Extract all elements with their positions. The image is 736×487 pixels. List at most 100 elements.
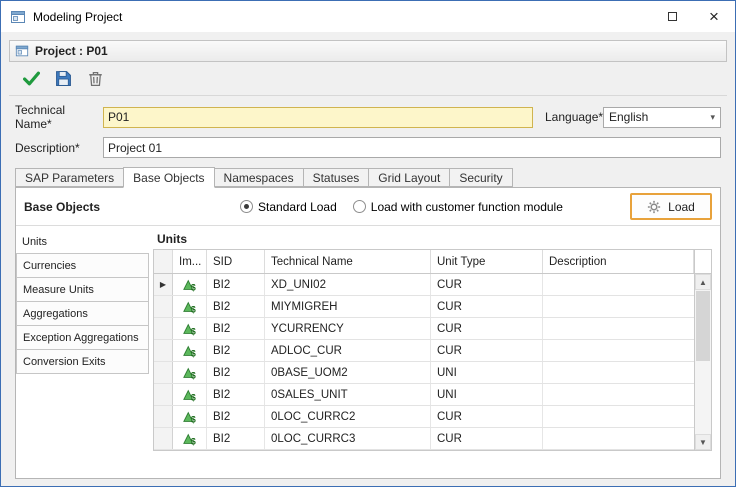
save-button[interactable] bbox=[52, 68, 74, 90]
row-selector-cell[interactable] bbox=[154, 318, 173, 339]
delete-button[interactable] bbox=[84, 68, 106, 90]
sidebar-item-conversion-exits[interactable]: Conversion Exits bbox=[16, 349, 149, 374]
technical-name-cell[interactable]: 0SALES_UNIT bbox=[265, 384, 431, 405]
trash-icon bbox=[87, 70, 104, 87]
table-row[interactable]: $ BI2 0LOC_CURRC2 CUR bbox=[154, 406, 694, 428]
unit-type-cell[interactable]: UNI bbox=[431, 362, 543, 383]
header-sid[interactable]: SID bbox=[207, 250, 265, 273]
description-cell[interactable] bbox=[543, 362, 694, 383]
units-table: Im... SID Technical Name Unit Type Descr… bbox=[154, 250, 694, 450]
tab-base-objects[interactable]: Base Objects bbox=[123, 167, 214, 188]
scrollbar-track[interactable] bbox=[695, 290, 711, 434]
technical-name-input[interactable] bbox=[103, 107, 533, 128]
language-select[interactable]: English ▾ bbox=[603, 107, 721, 128]
table-row[interactable]: $ BI2 0LOC_CURRC3 CUR bbox=[154, 428, 694, 450]
validate-button[interactable] bbox=[20, 68, 42, 90]
load-button[interactable]: Load bbox=[630, 193, 712, 220]
units-grid: Im... SID Technical Name Unit Type Descr… bbox=[153, 249, 712, 451]
scrollbar-thumb[interactable] bbox=[696, 291, 710, 361]
header-import[interactable]: Im... bbox=[173, 250, 207, 273]
description-cell[interactable] bbox=[543, 428, 694, 449]
sid-cell[interactable]: BI2 bbox=[207, 318, 265, 339]
header-unit-type[interactable]: Unit Type bbox=[431, 250, 543, 273]
technical-name-cell[interactable]: YCURRENCY bbox=[265, 318, 431, 339]
import-cell[interactable]: $ bbox=[173, 296, 207, 317]
close-button[interactable]: × bbox=[693, 1, 735, 32]
import-cell[interactable]: $ bbox=[173, 340, 207, 361]
table-row[interactable]: $ BI2 ADLOC_CUR CUR bbox=[154, 340, 694, 362]
currency-icon: $ bbox=[183, 410, 197, 424]
sid-cell[interactable]: BI2 bbox=[207, 296, 265, 317]
description-cell[interactable] bbox=[543, 318, 694, 339]
sidebar-item-exception-aggregations[interactable]: Exception Aggregations bbox=[16, 325, 149, 350]
technical-name-cell[interactable]: 0LOC_CURRC2 bbox=[265, 406, 431, 427]
scroll-down-icon[interactable]: ▼ bbox=[695, 434, 711, 450]
sid-cell[interactable]: BI2 bbox=[207, 362, 265, 383]
technical-name-cell[interactable]: 0BASE_UOM2 bbox=[265, 362, 431, 383]
sid-cell[interactable]: BI2 bbox=[207, 406, 265, 427]
unit-type-cell[interactable]: CUR bbox=[431, 296, 543, 317]
sid-cell[interactable]: BI2 bbox=[207, 384, 265, 405]
maximize-button[interactable] bbox=[651, 1, 693, 32]
description-cell[interactable] bbox=[543, 384, 694, 405]
row-selector-cell[interactable] bbox=[154, 406, 173, 427]
row-selector-cell[interactable] bbox=[154, 362, 173, 383]
radio-customer-function-module[interactable]: Load with customer function module bbox=[353, 200, 563, 214]
sid-cell[interactable]: BI2 bbox=[207, 274, 265, 295]
import-cell[interactable]: $ bbox=[173, 318, 207, 339]
maximize-icon bbox=[668, 12, 677, 21]
sid-cell[interactable]: BI2 bbox=[207, 340, 265, 361]
sid-cell[interactable]: BI2 bbox=[207, 428, 265, 449]
import-cell[interactable]: $ bbox=[173, 362, 207, 383]
tab-sap-parameters[interactable]: SAP Parameters bbox=[15, 168, 124, 187]
unit-type-cell[interactable]: CUR bbox=[431, 428, 543, 449]
tab-grid-layout[interactable]: Grid Layout bbox=[368, 168, 450, 187]
scroll-up-icon[interactable]: ▲ bbox=[695, 274, 711, 290]
sidebar-item-aggregations[interactable]: Aggregations bbox=[16, 301, 149, 326]
description-input[interactable] bbox=[103, 137, 721, 158]
row-selector-cell[interactable]: ▶ bbox=[154, 274, 173, 295]
currency-icon: $ bbox=[183, 278, 197, 292]
technical-name-cell[interactable]: ADLOC_CUR bbox=[265, 340, 431, 361]
table-row[interactable]: $ BI2 MIYMIGREH CUR bbox=[154, 296, 694, 318]
table-row[interactable]: $ BI2 0BASE_UOM2 UNI bbox=[154, 362, 694, 384]
tab-namespaces[interactable]: Namespaces bbox=[214, 168, 304, 187]
import-cell[interactable]: $ bbox=[173, 384, 207, 405]
vertical-scrollbar[interactable]: ▲ ▼ bbox=[694, 250, 711, 450]
table-row[interactable]: ▶ $ BI2 XD_UNI02 CUR bbox=[154, 274, 694, 296]
table-row[interactable]: $ BI2 0SALES_UNIT UNI bbox=[154, 384, 694, 406]
technical-name-cell[interactable]: XD_UNI02 bbox=[265, 274, 431, 295]
unit-type-cell[interactable]: UNI bbox=[431, 384, 543, 405]
technical-name-cell[interactable]: MIYMIGREH bbox=[265, 296, 431, 317]
row-selector-cell[interactable] bbox=[154, 384, 173, 405]
table-row[interactable]: $ BI2 YCURRENCY CUR bbox=[154, 318, 694, 340]
import-cell[interactable]: $ bbox=[173, 428, 207, 449]
unit-type-cell[interactable]: CUR bbox=[431, 318, 543, 339]
unit-type-cell[interactable]: CUR bbox=[431, 406, 543, 427]
description-cell[interactable] bbox=[543, 340, 694, 361]
row-selector-cell[interactable] bbox=[154, 340, 173, 361]
sidebar-item-units[interactable]: Units bbox=[16, 229, 149, 254]
row-selector-cell[interactable] bbox=[154, 296, 173, 317]
language-value: English bbox=[609, 110, 648, 124]
base-objects-sidebar: Units Currencies Measure Units Aggregati… bbox=[16, 226, 149, 478]
row-selector-cell[interactable] bbox=[154, 428, 173, 449]
sidebar-item-currencies[interactable]: Currencies bbox=[16, 253, 149, 278]
header-description[interactable]: Description bbox=[543, 250, 694, 273]
sidebar-item-measure-units[interactable]: Measure Units bbox=[16, 277, 149, 302]
table-header-row: Im... SID Technical Name Unit Type Descr… bbox=[154, 250, 694, 274]
unit-type-cell[interactable]: CUR bbox=[431, 340, 543, 361]
description-cell[interactable] bbox=[543, 274, 694, 295]
header-technical-name[interactable]: Technical Name bbox=[265, 250, 431, 273]
tab-statuses[interactable]: Statuses bbox=[303, 168, 370, 187]
modeling-project-window: Modeling Project × Project : P01 bbox=[0, 0, 736, 487]
import-cell[interactable]: $ bbox=[173, 274, 207, 295]
technical-name-cell[interactable]: 0LOC_CURRC3 bbox=[265, 428, 431, 449]
description-cell[interactable] bbox=[543, 296, 694, 317]
project-group-header: Project : P01 bbox=[9, 40, 727, 62]
description-cell[interactable] bbox=[543, 406, 694, 427]
tab-security[interactable]: Security bbox=[449, 168, 512, 187]
radio-standard-load[interactable]: Standard Load bbox=[240, 200, 337, 214]
unit-type-cell[interactable]: CUR bbox=[431, 274, 543, 295]
import-cell[interactable]: $ bbox=[173, 406, 207, 427]
